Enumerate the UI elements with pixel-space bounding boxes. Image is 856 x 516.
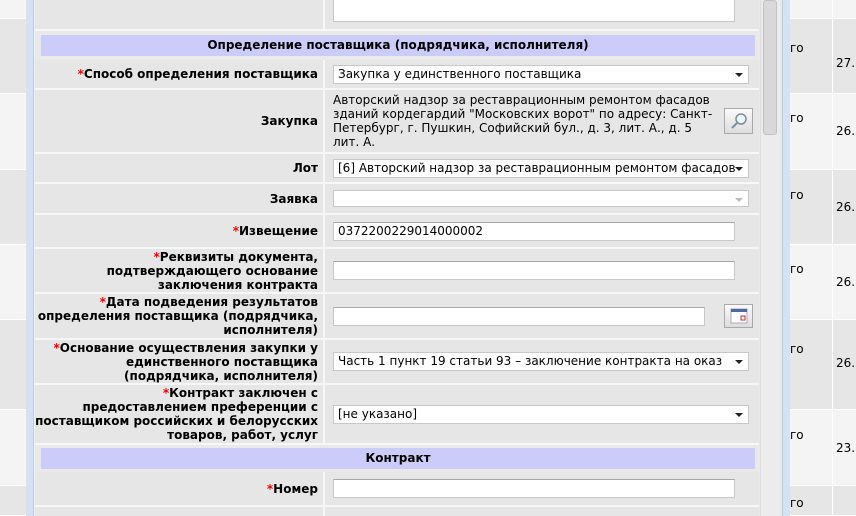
- modal-frame-left: [26, 0, 34, 516]
- form-row-lot: Лот [6] Авторский надзор за реставрацион…: [35, 154, 759, 184]
- bg-cell-date: 26.: [836, 356, 856, 370]
- label-basis: Основание осуществления закупки у единст…: [59, 340, 318, 383]
- bg-cell-text: го: [790, 111, 804, 125]
- form-row-number: *Номер: [35, 472, 759, 507]
- label-doc-details: Реквизиты документа, подтверждающего осн…: [106, 249, 318, 292]
- bg-cell-date: 23.: [836, 441, 856, 455]
- label-purchase: Закупка: [260, 114, 318, 128]
- method-select[interactable]: Закупка у единственного поставщика: [333, 64, 749, 84]
- calendar-button[interactable]: [724, 304, 753, 328]
- label-lot: Лот: [292, 161, 318, 175]
- calendar-icon: [730, 308, 747, 324]
- textarea-row: [35, 0, 759, 31]
- preference-value: [не указано]: [338, 406, 418, 421]
- bg-table-row: го 27.: [790, 19, 856, 94]
- contract-form-modal: Определение поставщика (подрядчика, испо…: [35, 0, 782, 516]
- preference-select[interactable]: [не указано]: [333, 404, 749, 424]
- form-row-preference: *Контракт заключен с предоставлением пре…: [35, 385, 759, 445]
- chevron-down-icon: [735, 166, 743, 171]
- bg-row: [0, 410, 26, 486]
- bg-cell-text: го: [790, 496, 804, 510]
- form-row-doc-details: *Реквизиты документа, подтверждающего ос…: [35, 249, 759, 294]
- form-row-notice: *Извещение 0372200229014000002: [35, 215, 759, 249]
- bg-row: [0, 19, 26, 94]
- method-value: Закупка у единственного поставщика: [338, 66, 582, 81]
- bg-cell-text: го: [790, 188, 804, 202]
- bg-table-row: го 23.: [790, 410, 856, 486]
- form-row-result-date: *Дата подведения результатов определения…: [35, 294, 759, 340]
- label-notice: Извещение: [239, 224, 318, 238]
- bg-cell-text: го: [790, 41, 804, 55]
- label-application: Заявка: [269, 191, 318, 206]
- basis-select[interactable]: Часть 1 пункт 19 статьи 93 – заключение …: [333, 352, 749, 371]
- section-header-contract: Контракт: [41, 448, 755, 469]
- chevron-down-icon: [735, 72, 743, 77]
- application-select[interactable]: [333, 190, 749, 207]
- label-preference: Контракт заключен с предоставлением преф…: [35, 386, 318, 442]
- bg-table-row: го 26.: [790, 320, 856, 410]
- bg-row: [0, 170, 26, 245]
- bg-row: [0, 486, 26, 516]
- label-method: Способ определения поставщика: [83, 67, 318, 81]
- bg-cell-text: го: [790, 262, 804, 276]
- bg-row: [0, 0, 26, 19]
- chevron-down-icon: [735, 412, 743, 417]
- basis-value: Часть 1 пункт 19 статьи 93 – заключение …: [338, 354, 723, 368]
- bg-cell-date: 26.: [836, 275, 856, 289]
- form-row-purchase: Закупка Авторский надзор за реставрацион…: [35, 90, 759, 154]
- bg-cell-text: го: [790, 342, 804, 356]
- label-number: Номер: [273, 481, 318, 496]
- bg-table-row: го 26.: [790, 245, 856, 320]
- form-row-application: Заявка: [35, 184, 759, 215]
- magnifier-icon: [730, 113, 747, 129]
- lot-value: [6] Авторский надзор за реставрационным …: [338, 160, 736, 175]
- bg-cell-date: 27.: [836, 56, 856, 70]
- bg-row: [0, 320, 26, 410]
- bg-table-row: го: [790, 486, 856, 516]
- bg-table-row: го 26.: [790, 170, 856, 245]
- bg-table-row: го 26.: [790, 94, 856, 170]
- label-result-date: Дата подведения результатов определения …: [37, 295, 318, 337]
- notice-input[interactable]: 0372200229014000002: [333, 221, 735, 241]
- lot-select[interactable]: [6] Авторский надзор за реставрационным …: [333, 158, 749, 178]
- contract-number-input[interactable]: [333, 479, 735, 498]
- bg-cell-date: 26.: [836, 200, 856, 214]
- purchase-value: Авторский надзор за реставрационным ремо…: [333, 93, 713, 149]
- modal-frame-right: [782, 0, 790, 516]
- form-row-next: [35, 507, 759, 516]
- form-row-basis: *Основание осуществления закупки у единс…: [35, 340, 759, 385]
- form-row-method: *Способ определения поставщика Закупка у…: [35, 60, 759, 90]
- result-date-input[interactable]: [333, 306, 705, 326]
- scrollbar-thumb[interactable]: [763, 0, 777, 135]
- bg-table-row: [790, 0, 856, 19]
- bg-row: [0, 94, 26, 170]
- section-header-supplier: Определение поставщика (подрядчика, испо…: [41, 35, 755, 56]
- bg-cell-text: го: [790, 428, 804, 442]
- notes-textarea[interactable]: [333, 0, 735, 22]
- purchase-search-button[interactable]: [724, 108, 753, 134]
- bg-row: [0, 245, 26, 320]
- doc-details-input[interactable]: [333, 261, 735, 280]
- bg-cell-date: 26.: [836, 124, 856, 138]
- chevron-down-icon: [735, 360, 743, 364]
- chevron-down-icon: [735, 198, 743, 202]
